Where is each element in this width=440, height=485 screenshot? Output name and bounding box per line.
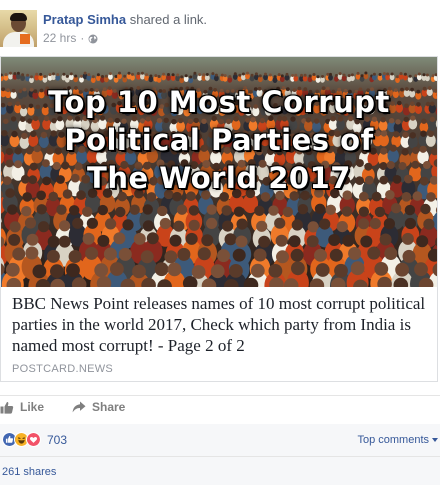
globe-icon[interactable] <box>88 33 98 44</box>
reaction-icons[interactable] <box>2 432 41 448</box>
feed-post: Pratap Simha shared a link. 22 hrs · Top… <box>0 0 440 485</box>
thumbs-up-icon <box>0 401 14 414</box>
link-domain: POSTCARD.NEWS <box>12 363 114 375</box>
link-card[interactable]: Top 10 Most Corrupt Political Parties of… <box>0 56 438 382</box>
top-comments-label: Top comments <box>357 434 429 446</box>
link-headline[interactable]: BBC News Point releases names of 10 most… <box>12 293 430 356</box>
thumbnail-title-line: Political Parties of <box>64 123 374 157</box>
shares-count-link[interactable]: 261 shares <box>2 466 56 478</box>
meta-separator: · <box>80 31 85 45</box>
top-comments-dropdown[interactable]: Top comments <box>357 434 438 446</box>
shares-bar: 261 shares <box>0 457 440 485</box>
link-thumbnail-image[interactable]: Top 10 Most Corrupt Political Parties of… <box>1 57 437 287</box>
caret-down-icon <box>432 438 438 442</box>
author-name-link[interactable]: Pratap Simha <box>43 12 126 27</box>
link-card-body[interactable]: BBC News Point releases names of 10 most… <box>1 287 437 381</box>
reactions-bar: 703 Top comments <box>0 424 440 456</box>
like-button[interactable]: Like <box>0 400 44 414</box>
thumbnail-title-text: Top 10 Most Corrupt Political Parties of… <box>1 83 437 197</box>
reaction-count[interactable]: 703 <box>47 433 67 447</box>
share-button[interactable]: Share <box>72 400 125 414</box>
post-actions: Like Share <box>0 396 440 422</box>
post-header: Pratap Simha shared a link. 22 hrs · <box>0 0 440 52</box>
share-label: Share <box>92 400 126 414</box>
post-action-text: shared a link. <box>129 12 208 27</box>
author-avatar[interactable] <box>0 10 37 47</box>
love-reaction-icon <box>26 432 41 447</box>
author-line: Pratap Simha shared a link. <box>43 12 207 28</box>
like-label: Like <box>20 400 45 414</box>
thumbnail-title-line: The World 2017 <box>87 161 351 195</box>
thumbnail-title-line: Top 10 Most Corrupt <box>48 85 390 119</box>
share-arrow-icon <box>72 401 86 413</box>
post-meta: 22 hrs · <box>43 31 98 45</box>
post-timestamp[interactable]: 22 hrs <box>43 31 76 45</box>
